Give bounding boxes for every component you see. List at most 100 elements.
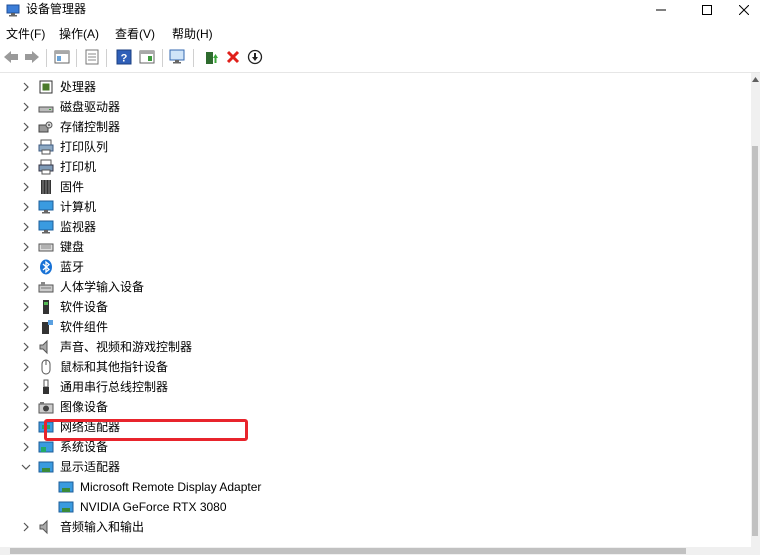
device-tree: 处理器磁盘驱动器存储控制器打印队列打印机固件计算机监视器键盘蓝牙人体学输入设备软… xyxy=(0,77,750,547)
chevron-right-icon[interactable] xyxy=(20,241,32,253)
tree-item-label: 键盘 xyxy=(60,240,85,254)
tree-category[interactable]: 监视器 xyxy=(0,217,740,237)
software-component-icon xyxy=(38,319,54,335)
tree-category[interactable]: 显示适配器 xyxy=(0,457,740,477)
chevron-right-icon[interactable] xyxy=(20,181,32,193)
title-bar: 设备管理器 xyxy=(0,0,760,22)
tree-item-label: 处理器 xyxy=(60,80,97,94)
chevron-right-icon[interactable] xyxy=(20,421,32,433)
tree-category[interactable]: 软件设备 xyxy=(0,297,740,317)
tree-category[interactable]: 磁盘驱动器 xyxy=(0,97,740,117)
tree-item-label: 软件设备 xyxy=(60,300,109,314)
tree-item-label: 系统设备 xyxy=(60,440,109,454)
back-button[interactable] xyxy=(1,48,21,68)
chevron-right-icon[interactable] xyxy=(20,381,32,393)
list-button[interactable] xyxy=(82,48,102,68)
toolbar-separator xyxy=(193,49,194,67)
chevron-right-icon[interactable] xyxy=(20,301,32,313)
close-button[interactable] xyxy=(728,0,760,22)
scan-button[interactable] xyxy=(168,48,188,68)
chevron-right-icon[interactable] xyxy=(20,321,32,333)
update-driver-button[interactable] xyxy=(201,48,221,68)
chevron-right-icon[interactable] xyxy=(20,161,32,173)
vertical-scroll-thumb[interactable] xyxy=(752,146,758,536)
tree-item-label: 音频输入和输出 xyxy=(60,520,145,534)
tree-item-label: 声音、视频和游戏控制器 xyxy=(60,340,193,354)
chevron-down-icon[interactable] xyxy=(20,461,32,473)
tree-device[interactable]: Microsoft Remote Display Adapter xyxy=(0,477,740,497)
tree-category[interactable]: 人体学输入设备 xyxy=(0,277,740,297)
hid-icon xyxy=(38,279,54,295)
horizontal-scroll-thumb[interactable] xyxy=(10,548,686,554)
scroll-up-button[interactable] xyxy=(751,73,760,83)
tree-item-label: 存储控制器 xyxy=(60,120,121,134)
tree-category[interactable]: 计算机 xyxy=(0,197,740,217)
tree-category[interactable]: 鼠标和其他指针设备 xyxy=(0,357,740,377)
chevron-right-icon[interactable] xyxy=(20,81,32,93)
help-icon: ? xyxy=(116,49,132,68)
tree-category[interactable]: 蓝牙 xyxy=(0,257,740,277)
toolbar-separator xyxy=(162,49,163,67)
window-title: 设备管理器 xyxy=(26,2,87,16)
tree-item-label: 打印队列 xyxy=(60,140,109,154)
disable-button[interactable] xyxy=(245,48,265,68)
chevron-right-icon[interactable] xyxy=(20,121,32,133)
bluetooth-icon xyxy=(38,259,54,275)
tree-category[interactable]: 存储控制器 xyxy=(0,117,740,137)
tree-item-label: Microsoft Remote Display Adapter xyxy=(80,480,262,494)
chevron-right-icon[interactable] xyxy=(20,341,32,353)
tree-category[interactable]: 通用串行总线控制器 xyxy=(0,377,740,397)
tree-category[interactable]: 软件组件 xyxy=(0,317,740,337)
chevron-right-icon[interactable] xyxy=(20,401,32,413)
chevron-right-icon[interactable] xyxy=(20,361,32,373)
tree-category[interactable]: 键盘 xyxy=(0,237,740,257)
tree-item-label: 通用串行总线控制器 xyxy=(60,380,169,394)
tree-category[interactable]: 固件 xyxy=(0,177,740,197)
display-adapter-icon xyxy=(58,499,74,515)
properties-button[interactable] xyxy=(52,48,72,68)
monitor-icon xyxy=(38,219,54,235)
tree-item-label: 监视器 xyxy=(60,220,97,234)
chevron-right-icon[interactable] xyxy=(20,221,32,233)
tree-category[interactable]: 打印机 xyxy=(0,157,740,177)
maximize-button[interactable] xyxy=(684,0,730,22)
tree-item-label: 磁盘驱动器 xyxy=(60,100,121,114)
menu-file[interactable]: 文件(F) xyxy=(6,26,45,42)
chevron-right-icon[interactable] xyxy=(20,261,32,273)
chevron-right-icon[interactable] xyxy=(20,521,32,533)
tree-item-label: 人体学输入设备 xyxy=(60,280,145,294)
minimize-button[interactable] xyxy=(638,0,684,22)
chevron-right-icon[interactable] xyxy=(20,141,32,153)
scan-icon xyxy=(169,49,187,68)
menu-bar: 文件(F) 操作(A) 查看(V) 帮助(H) xyxy=(0,24,760,44)
chevron-right-icon[interactable] xyxy=(20,101,32,113)
computer-icon xyxy=(38,199,54,215)
help-button[interactable]: ? xyxy=(114,48,134,68)
printer-icon xyxy=(38,159,54,175)
console-button[interactable] xyxy=(137,48,157,68)
chevron-right-icon[interactable] xyxy=(20,281,32,293)
system-device-icon xyxy=(38,439,54,455)
tree-category[interactable]: 处理器 xyxy=(0,77,740,97)
minimize-icon xyxy=(656,4,666,18)
forward-button[interactable] xyxy=(22,48,42,68)
tree-item-label: 计算机 xyxy=(60,200,97,214)
tree-category[interactable]: 音频输入和输出 xyxy=(0,517,740,537)
display-adapter-icon xyxy=(38,459,54,475)
tree-device[interactable]: NVIDIA GeForce RTX 3080 xyxy=(0,497,740,517)
tree-item-label: 打印机 xyxy=(60,160,97,174)
tree-item-label: 软件组件 xyxy=(60,320,109,334)
back-icon xyxy=(3,50,19,67)
tree-item-label: NVIDIA GeForce RTX 3080 xyxy=(80,500,227,514)
menu-help[interactable]: 帮助(H) xyxy=(172,26,213,42)
menu-view[interactable]: 查看(V) xyxy=(115,26,155,42)
menu-action[interactable]: 操作(A) xyxy=(59,26,99,42)
uninstall-button[interactable] xyxy=(223,48,243,68)
keyboard-icon xyxy=(38,239,54,255)
tree-category[interactable]: 声音、视频和游戏控制器 xyxy=(0,337,740,357)
storage-controller-icon xyxy=(38,119,54,135)
tree-category[interactable]: 图像设备 xyxy=(0,397,740,417)
chevron-right-icon[interactable] xyxy=(20,441,32,453)
chevron-right-icon[interactable] xyxy=(20,201,32,213)
tree-category[interactable]: 打印队列 xyxy=(0,137,740,157)
